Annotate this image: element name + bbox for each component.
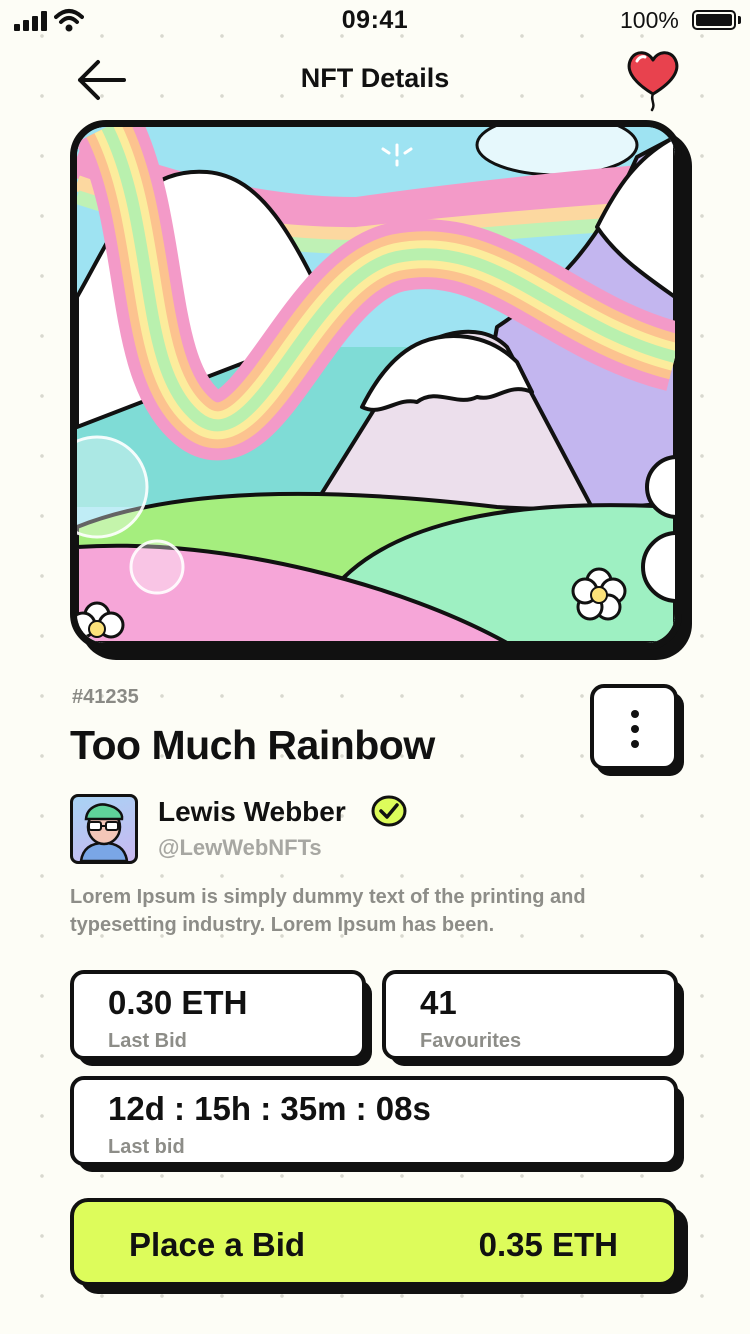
- creator-handle[interactable]: @LewWebNFTs: [158, 835, 322, 861]
- avatar-illustration: [79, 803, 129, 861]
- countdown-card: 12d : 15h : 35m : 08s Last bid: [70, 1076, 678, 1166]
- battery-icon: [692, 10, 736, 30]
- more-options-button[interactable]: [590, 684, 678, 770]
- countdown-label: Last bid: [108, 1136, 185, 1158]
- creator-name[interactable]: Lewis Webber: [158, 796, 346, 828]
- favorite-button[interactable]: [622, 46, 684, 112]
- battery-tip: [738, 16, 741, 24]
- favourites-label: Favourites: [420, 1030, 522, 1052]
- nft-title: Too Much Rainbow: [70, 722, 435, 768]
- last-bid-label: Last Bid: [108, 1030, 187, 1052]
- rainbow-landscape-illustration: [77, 127, 675, 643]
- place-bid-label: Place a Bid: [129, 1226, 306, 1263]
- favourites-value: 41: [420, 984, 457, 1021]
- nft-artwork[interactable]: [70, 120, 682, 650]
- place-bid-button[interactable]: Place a Bid 0.35 ETH: [70, 1198, 678, 1286]
- last-bid-card: 0.30 ETH Last Bid: [70, 970, 366, 1060]
- token-id: #41235: [72, 686, 139, 708]
- last-bid-value: 0.30 ETH: [108, 984, 248, 1021]
- verified-check-icon: [370, 795, 408, 827]
- battery-percentage: 100%: [620, 7, 679, 33]
- countdown-value: 12d : 15h : 35m : 08s: [108, 1090, 431, 1127]
- nft-description: Lorem Ipsum is simply dummy text of the …: [70, 886, 586, 936]
- status-bar: 09:41 100%: [0, 0, 750, 40]
- heart-balloon-icon: [627, 51, 679, 112]
- bid-price: 0.35 ETH: [478, 1226, 618, 1263]
- favourites-card: 41 Favourites: [382, 970, 678, 1060]
- creator-avatar[interactable]: [70, 794, 138, 864]
